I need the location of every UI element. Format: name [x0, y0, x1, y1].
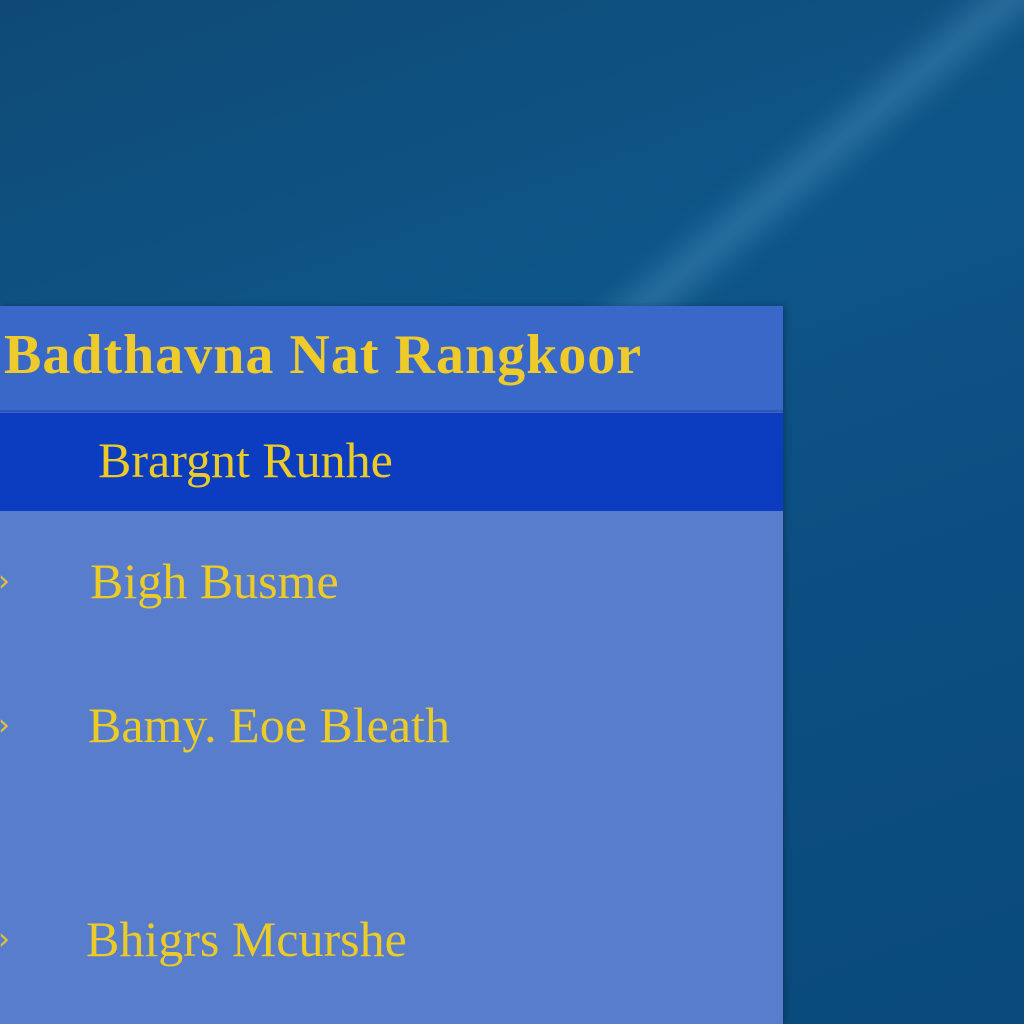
menu-item[interactable]: › Bigh Busme [0, 540, 783, 620]
menu-item[interactable]: › Bamy. Eoe Bleath [0, 682, 783, 762]
menu-header: Badthavna Nat Rangkoor [0, 306, 783, 412]
menu-item-selected[interactable]: Brargnt Runhe [0, 412, 783, 511]
menu-title: Badthavna Nat Rangkoor [4, 324, 643, 386]
menu-item-label: Brargnt Runhe [98, 432, 393, 488]
menu-item[interactable]: › Bhigrs Mcurshe [0, 892, 783, 972]
chevron-right-icon: › [0, 564, 10, 599]
menu-item-label: Bamy. Eoe Bleath [88, 697, 450, 753]
menu-item-label: Bhigrs Mcurshe [86, 911, 407, 967]
menu-panel: Badthavna Nat Rangkoor Brargnt Runhe › B… [0, 306, 783, 1024]
menu-item-label: Bigh Busme [90, 553, 339, 609]
chevron-right-icon: › [0, 708, 10, 743]
chevron-right-icon: › [0, 922, 10, 957]
